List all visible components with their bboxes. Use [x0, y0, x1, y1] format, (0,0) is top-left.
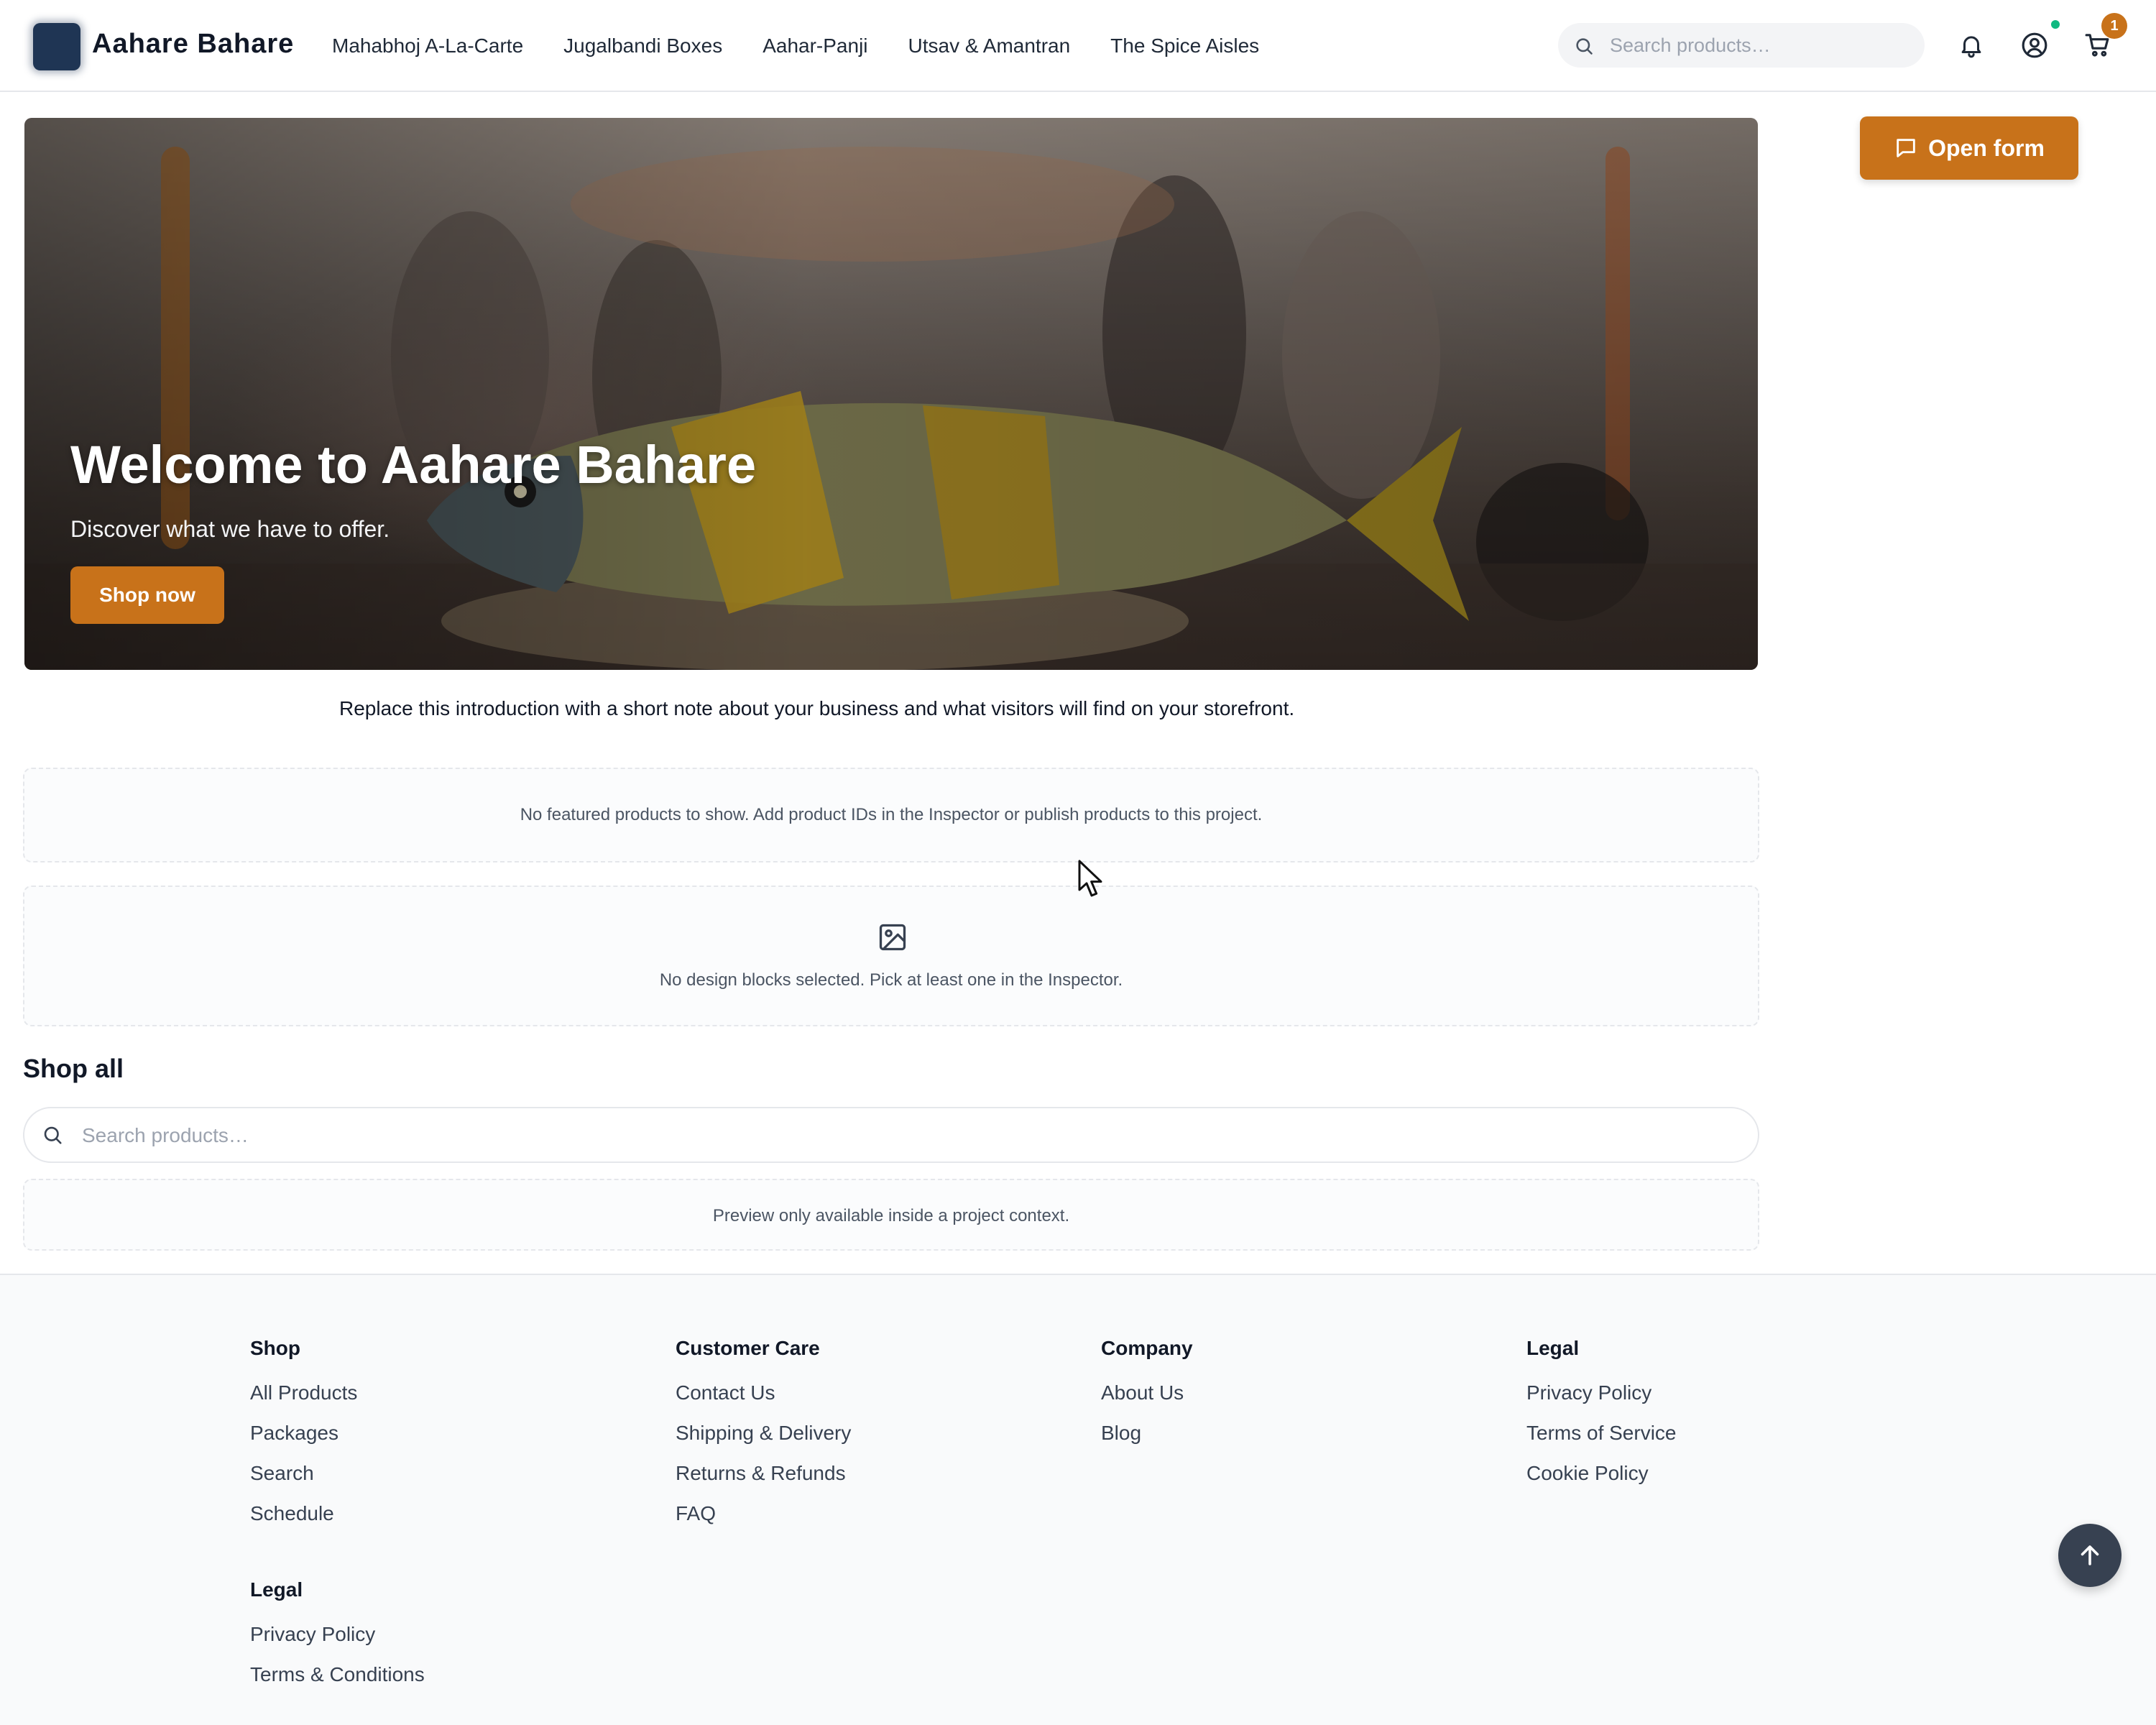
featured-empty-text: No featured products to show. Add produc…: [520, 805, 1263, 824]
footer-link-all-products[interactable]: All Products: [250, 1381, 357, 1404]
footer-column-legal-extra: Legal Privacy Policy Terms & Conditions: [250, 1578, 425, 1703]
footer-link-contact-us[interactable]: Contact Us: [676, 1381, 851, 1404]
nav-item-aahar-panji[interactable]: Aahar-Panji: [763, 34, 867, 63]
open-form-button[interactable]: Open form: [1860, 116, 2078, 180]
open-form-label: Open form: [1928, 134, 2045, 161]
shop-all-search[interactable]: [23, 1107, 1759, 1163]
hero-title: Welcome to Aahare Bahare: [70, 435, 757, 494]
user-circle-icon: [2022, 32, 2047, 58]
footer-link-privacy-policy[interactable]: Privacy Policy: [250, 1623, 425, 1646]
footer-column-customer-care: Customer Care Contact Us Shipping & Deli…: [676, 1337, 851, 1542]
footer-heading: Legal: [1526, 1337, 1580, 1359]
header-search-input[interactable]: [1610, 30, 1912, 60]
nav-item-spice-aisles[interactable]: The Spice Aisles: [1110, 34, 1259, 63]
footer-link-returns[interactable]: Returns & Refunds: [676, 1462, 851, 1485]
shop-now-button[interactable]: Shop now: [70, 566, 224, 624]
account-button[interactable]: [2015, 26, 2054, 65]
image-icon: [879, 924, 906, 951]
footer-column-legal: Legal Privacy Policy Terms of Service Co…: [1526, 1337, 1677, 1502]
footer-link-cookie-policy[interactable]: Cookie Policy: [1526, 1462, 1677, 1485]
footer-column-shop: Shop All Products Packages Search Schedu…: [250, 1337, 357, 1542]
nav-item-mahabhoj[interactable]: Mahabhoj A-La-Carte: [332, 34, 523, 63]
search-icon: [44, 1126, 62, 1144]
brand-logo[interactable]: [33, 23, 80, 70]
notifications-button[interactable]: [1952, 26, 1991, 65]
arrow-up-icon: [2081, 1545, 2099, 1565]
nav-item-utsav[interactable]: Utsav & Amantran: [908, 34, 1071, 63]
nav-item-jugalbandi[interactable]: Jugalbandi Boxes: [563, 34, 722, 63]
brand-name[interactable]: Aahare Bahare: [92, 29, 294, 60]
site-footer: Shop All Products Packages Search Schedu…: [0, 1274, 2156, 1725]
footer-heading: Legal: [250, 1578, 303, 1601]
hero-banner: Welcome to Aahare Bahare Discover what w…: [24, 118, 1758, 670]
footer-link-terms-conditions[interactable]: Terms & Conditions: [250, 1663, 425, 1686]
online-status-dot: [2051, 20, 2060, 29]
bell-icon: [1961, 36, 1981, 58]
footer-link-shipping[interactable]: Shipping & Delivery: [676, 1422, 851, 1445]
hero-overlay: [24, 118, 1758, 670]
mouse-cursor-icon: [1078, 860, 1102, 897]
footer-link-terms-of-service[interactable]: Terms of Service: [1526, 1422, 1677, 1445]
footer-link-privacy-policy[interactable]: Privacy Policy: [1526, 1381, 1677, 1404]
search-icon: [1576, 38, 1593, 55]
shop-all-preview-note: Preview only available inside a project …: [23, 1179, 1759, 1251]
footer-link-search[interactable]: Search: [250, 1462, 357, 1485]
cart-count-badge: 1: [2101, 13, 2127, 39]
footer-heading: Customer Care: [676, 1337, 820, 1359]
store-introduction: Replace this introduction with a short n…: [339, 697, 1295, 719]
preview-note-text: Preview only available inside a project …: [712, 1206, 1070, 1225]
footer-link-schedule[interactable]: Schedule: [250, 1502, 357, 1525]
main-nav: Mahabhoj A-La-Carte Jugalbandi Boxes Aah…: [332, 34, 1299, 63]
footer-link-faq[interactable]: FAQ: [676, 1502, 851, 1525]
design-blocks-empty-text: No design blocks selected. Pick at least…: [659, 970, 1123, 990]
footer-link-blog[interactable]: Blog: [1101, 1422, 1193, 1445]
footer-heading: Shop: [250, 1337, 300, 1359]
featured-products-empty: No featured products to show. Add produc…: [23, 768, 1759, 862]
footer-column-company: Company About Us Blog: [1101, 1337, 1193, 1462]
site-header: Aahare Bahare Mahabhoj A-La-Carte Jugalb…: [0, 0, 2156, 92]
footer-link-about-us[interactable]: About Us: [1101, 1381, 1193, 1404]
shop-all-heading: Shop all: [23, 1054, 124, 1083]
scroll-to-top-button[interactable]: [2058, 1524, 2122, 1587]
footer-heading: Company: [1101, 1337, 1193, 1359]
header-search[interactable]: [1558, 23, 1925, 68]
design-blocks-empty: No design blocks selected. Pick at least…: [23, 886, 1759, 1026]
hero-subtitle: Discover what we have to offer.: [70, 516, 390, 542]
footer-link-packages[interactable]: Packages: [250, 1422, 357, 1445]
chat-bubble-icon: [1897, 139, 1915, 157]
shop-all-search-input[interactable]: [82, 1120, 1735, 1151]
